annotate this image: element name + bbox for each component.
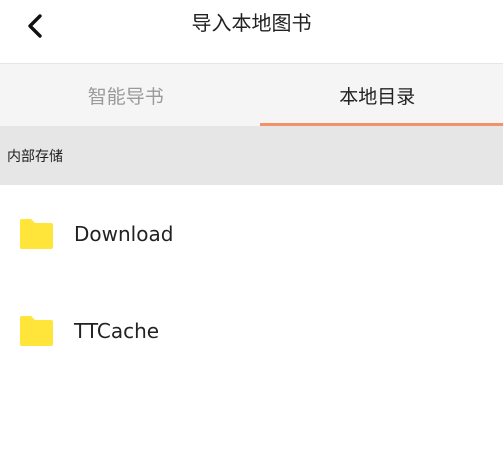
tab-label: 智能导书	[87, 85, 164, 108]
section-label: 内部存储	[7, 148, 63, 165]
section-header-internal-storage: 内部存储	[0, 126, 503, 185]
chevron-left-icon	[28, 14, 42, 38]
folder-list: Download TTCache	[0, 185, 503, 379]
folder-icon	[20, 218, 53, 249]
page-title: 导入本地图书	[191, 11, 312, 35]
folder-row-download[interactable]: Download	[0, 185, 503, 282]
back-button[interactable]	[18, 9, 52, 43]
folder-row-ttcache[interactable]: TTCache	[0, 282, 503, 379]
folder-name: Download	[74, 221, 174, 246]
tab-label: 本地目录	[339, 85, 416, 108]
tab-local-directory[interactable]: 本地目录	[252, 64, 503, 126]
folder-name: TTCache	[74, 318, 160, 343]
tab-smart-import[interactable]: 智能导书	[0, 64, 252, 126]
top-bar: 导入本地图书	[0, 0, 503, 64]
tab-bar: 智能导书 本地目录	[0, 64, 503, 126]
folder-icon	[20, 315, 53, 346]
